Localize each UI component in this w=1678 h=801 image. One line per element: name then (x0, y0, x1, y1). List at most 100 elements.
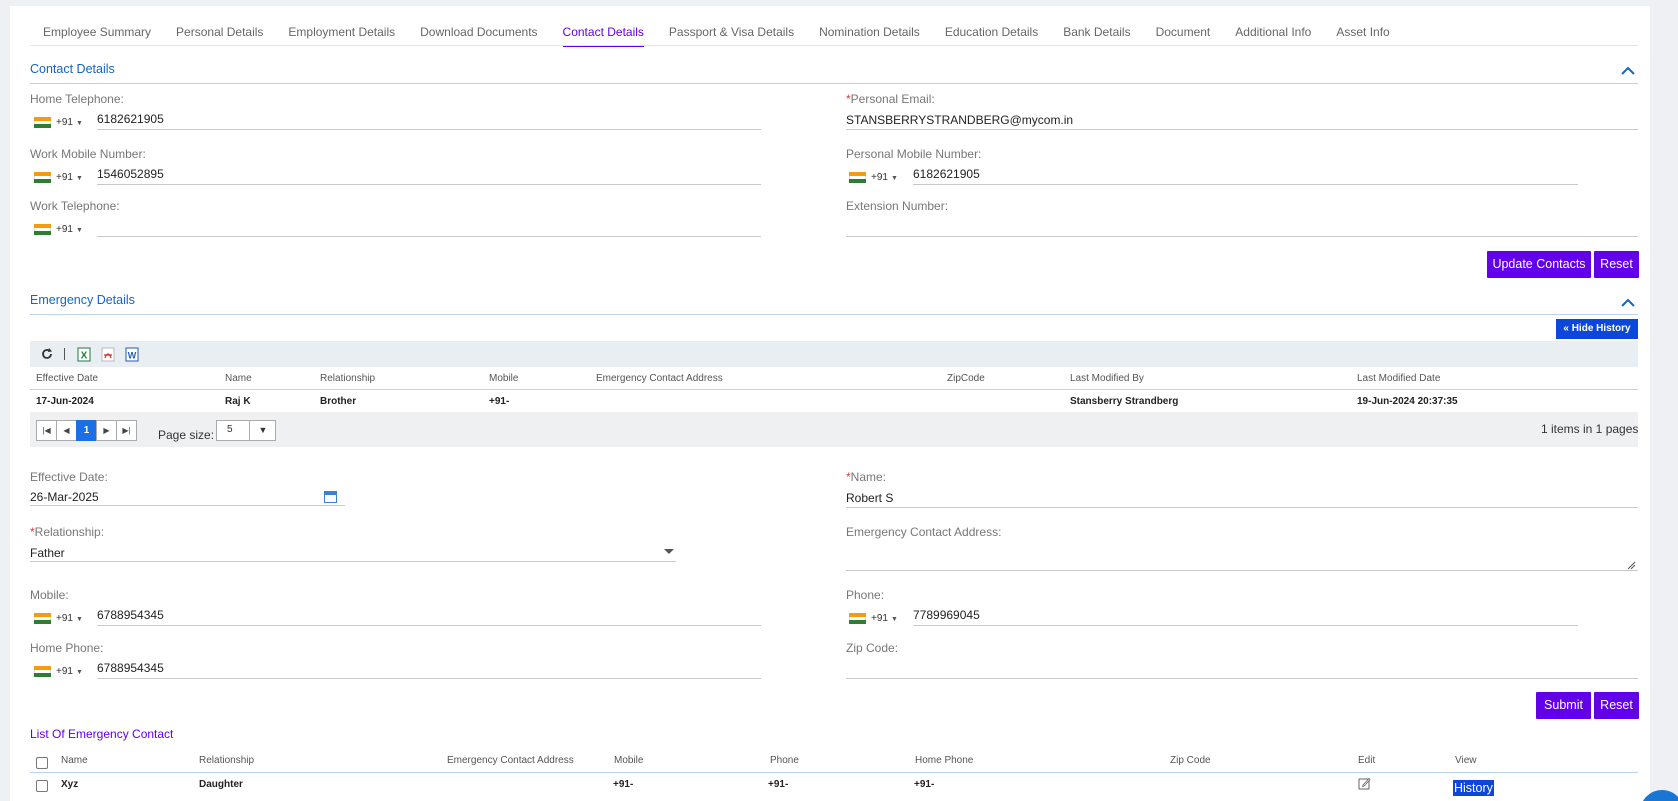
tab-contact-details[interactable]: Contact Details (562, 17, 644, 47)
home-phone-label: Home Phone: (30, 641, 104, 655)
edit-icon[interactable] (1358, 777, 1371, 790)
address-label: Emergency Contact Address: (846, 525, 1002, 539)
list-header-name[interactable]: Name (61, 755, 88, 766)
list-header-address[interactable]: Emergency Contact Address (447, 755, 574, 766)
grid-cell-relationship: Brother (320, 396, 357, 407)
grid-cell-effective-date: 17-Jun-2024 (36, 396, 94, 407)
update-contacts-button[interactable]: Update Contacts (1487, 251, 1591, 278)
country-code-selector[interactable]: +91 ▼ (871, 613, 898, 624)
grid-header-last-modified-date[interactable]: Last Modified Date (1357, 373, 1440, 384)
phone-underline (913, 625, 1578, 626)
emergency-section-divider (30, 314, 1638, 315)
tab-employment-details[interactable]: Employment Details (288, 17, 395, 47)
india-flag-icon (34, 666, 51, 677)
tab-asset-info[interactable]: Asset Info (1336, 17, 1389, 47)
tab-nomination-details[interactable]: Nomination Details (819, 17, 920, 47)
country-code-selector[interactable]: +91 ▼ (56, 117, 83, 128)
home-telephone-underline (97, 129, 761, 130)
chevron-up-icon[interactable] (1620, 296, 1636, 308)
list-header-phone[interactable]: Phone (770, 755, 799, 766)
effective-date-underline (30, 505, 345, 506)
list-header-divider (30, 772, 1638, 773)
tab-bank-details[interactable]: Bank Details (1063, 17, 1130, 47)
svg-text:X: X (81, 351, 88, 362)
refresh-icon[interactable] (40, 347, 54, 362)
chevron-up-icon[interactable] (1620, 64, 1636, 76)
last-page-button[interactable]: ▶| (116, 420, 137, 441)
india-flag-icon (849, 613, 866, 624)
phone-input[interactable]: 7789969045 (913, 608, 980, 622)
list-header-mobile[interactable]: Mobile (614, 755, 643, 766)
india-flag-icon (34, 613, 51, 624)
list-header-home-phone[interactable]: Home Phone (915, 755, 973, 766)
country-code-selector[interactable]: +91 ▼ (56, 224, 83, 235)
row-checkbox[interactable] (36, 780, 48, 792)
personal-email-input[interactable]: STANSBERRYSTRANDBERG@mycom.in (846, 113, 1073, 127)
tab-download-documents[interactable]: Download Documents (420, 17, 537, 47)
home-telephone-input[interactable]: 6182621905 (97, 112, 164, 126)
resize-handle-icon[interactable] (1627, 559, 1636, 570)
submit-button[interactable]: Submit (1536, 692, 1591, 719)
country-code-selector[interactable]: +91 ▼ (871, 172, 898, 183)
grid-cell-last-modified-by: Stansberry Strandberg (1070, 396, 1179, 407)
list-cell-mobile: +91- (613, 779, 634, 790)
tab-employee-summary[interactable]: Employee Summary (43, 17, 151, 47)
word-icon[interactable]: W (125, 347, 139, 362)
grid-header-effective-date[interactable]: Effective Date (36, 373, 98, 384)
svg-text:W: W (128, 351, 137, 361)
zip-code-label: Zip Code: (846, 641, 899, 655)
calendar-icon[interactable] (324, 491, 337, 503)
page-size-select[interactable]: 5 ▼ (216, 420, 276, 441)
list-header-zip-code[interactable]: Zip Code (1170, 755, 1211, 766)
pdf-icon[interactable] (101, 347, 115, 362)
relationship-label: *Relationship: (30, 525, 105, 539)
home-phone-input[interactable]: 6788954345 (97, 661, 164, 675)
toolbar-separator (64, 348, 65, 360)
next-page-button[interactable]: ▶ (96, 420, 117, 441)
country-code-selector[interactable]: +91 ▼ (56, 613, 83, 624)
tab-additional-info[interactable]: Additional Info (1235, 17, 1311, 47)
grid-header-mobile[interactable]: Mobile (489, 373, 518, 384)
grid-header-last-modified-by[interactable]: Last Modified By (1070, 373, 1144, 384)
country-code-selector[interactable]: +91 ▼ (56, 172, 83, 183)
list-header-relationship[interactable]: Relationship (199, 755, 254, 766)
list-cell-phone: +91- (768, 779, 789, 790)
grid-header-relationship[interactable]: Relationship (320, 373, 375, 384)
grid-header-zipcode[interactable]: ZipCode (947, 373, 985, 384)
prev-page-button[interactable]: ◀ (56, 420, 77, 441)
current-page-button[interactable]: 1 (76, 420, 97, 441)
india-flag-icon (849, 172, 866, 183)
mobile-underline (97, 625, 761, 626)
dropdown-arrow-icon[interactable]: ▼ (249, 421, 276, 440)
select-all-checkbox[interactable] (36, 757, 48, 769)
contact-reset-button[interactable]: Reset (1594, 251, 1639, 278)
country-code-selector[interactable]: +91 ▼ (56, 666, 83, 677)
grid-header-divider (30, 389, 1638, 390)
name-input[interactable]: Robert S (846, 491, 893, 505)
grid-header-address[interactable]: Emergency Contact Address (596, 373, 723, 384)
page-size-value: 5 (227, 424, 233, 435)
history-link[interactable]: History (1453, 780, 1494, 796)
address-textarea[interactable] (846, 546, 1638, 568)
grid-header-name[interactable]: Name (225, 373, 252, 384)
work-mobile-input[interactable]: 1546052895 (97, 167, 164, 181)
tab-document[interactable]: Document (1156, 17, 1211, 47)
list-header-edit: Edit (1358, 755, 1376, 766)
tab-education-details[interactable]: Education Details (945, 17, 1038, 47)
tab-personal-details[interactable]: Personal Details (176, 17, 263, 47)
personal-mobile-input[interactable]: 6182621905 (913, 167, 980, 181)
tab-passport-visa[interactable]: Passport & Visa Details (669, 17, 794, 47)
personal-email-underline (846, 129, 1638, 130)
first-page-button[interactable]: |◀ (36, 420, 57, 441)
dropdown-arrow-icon[interactable] (664, 549, 674, 554)
hide-history-button[interactable]: « Hide History (1556, 319, 1638, 339)
list-cell-home-phone: +91- (914, 779, 935, 790)
mobile-input[interactable]: 6788954345 (97, 608, 164, 622)
relationship-select[interactable]: Father (30, 546, 65, 560)
effective-date-input[interactable]: 26-Mar-2025 (30, 490, 99, 504)
work-mobile-label: Work Mobile Number: (30, 147, 146, 161)
excel-icon[interactable]: X (77, 347, 91, 362)
emergency-section-title: Emergency Details (30, 293, 135, 307)
grid-cell-last-modified-date: 19-Jun-2024 20:37:35 (1357, 396, 1458, 407)
emergency-reset-button[interactable]: Reset (1594, 692, 1639, 719)
